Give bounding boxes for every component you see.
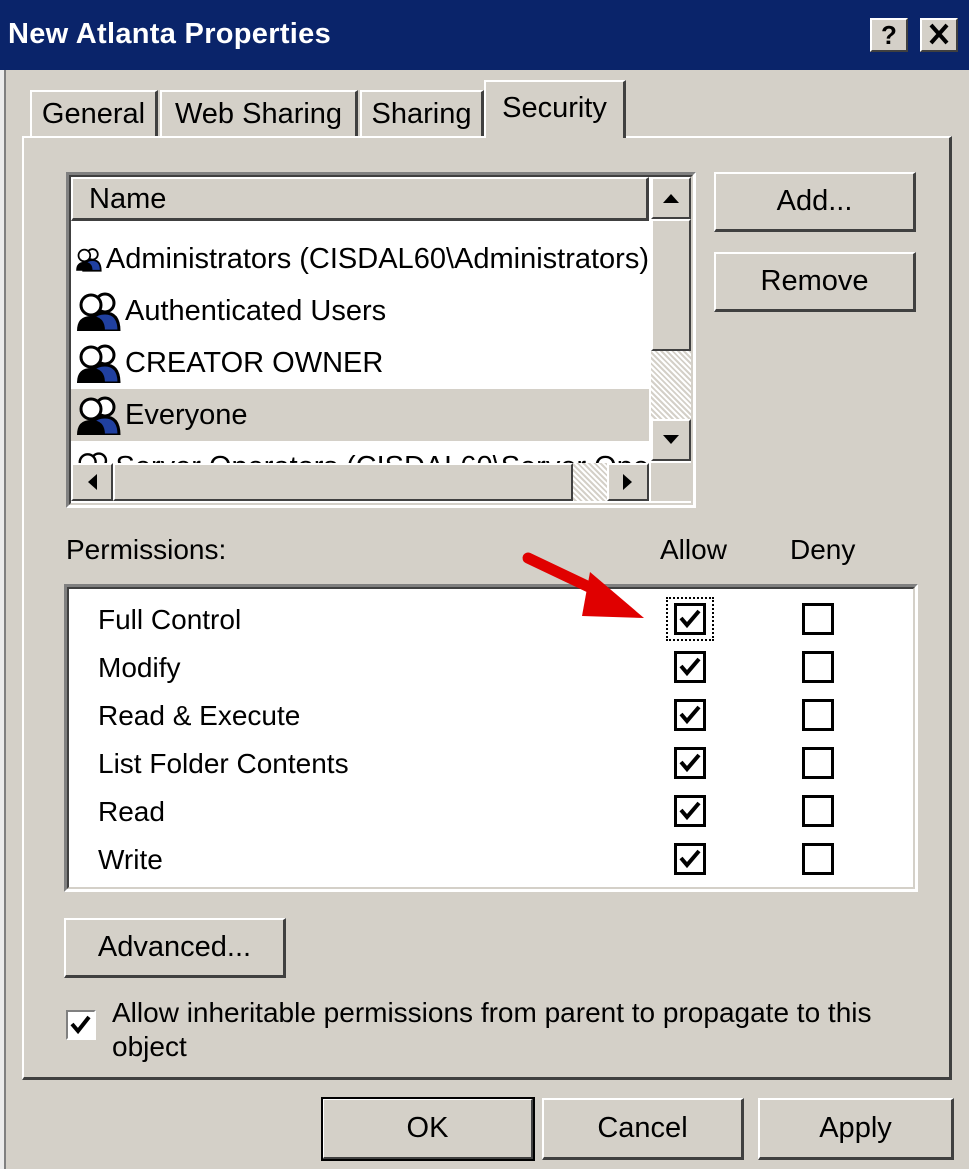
advanced-button[interactable]: Advanced... [64,918,286,978]
tab-web-sharing[interactable]: Web Sharing [160,90,358,136]
list-item-server-operators[interactable]: Server Operators (CISDAL60\Server Ope [71,441,649,463]
list-item-everyone[interactable]: Everyone [71,389,649,441]
permission-read-label: Read [98,796,165,827]
arrow-up-icon [663,194,679,203]
window-frame [0,70,6,1169]
arrow-left-icon [88,474,97,490]
list-item-label: CREATOR OWNER [125,346,384,379]
allow-list-folder-checkbox[interactable] [674,747,706,779]
deny-read-checkbox[interactable] [802,795,834,827]
apply-button[interactable]: Apply [758,1098,954,1160]
tab-sharing[interactable]: Sharing [360,90,484,136]
deny-list-folder-checkbox[interactable] [802,747,834,779]
deny-column-header: Deny [790,534,856,565]
scrollbar-corner [651,463,691,501]
scroll-right-button[interactable] [607,463,649,501]
window-title: New Atlanta Properties [8,18,331,50]
scroll-up-button[interactable] [651,177,691,219]
allow-read-execute-checkbox[interactable] [674,699,706,731]
checkmark-icon [679,849,701,869]
allow-read-checkbox[interactable] [674,795,706,827]
cancel-button[interactable]: Cancel [542,1098,744,1160]
arrow-down-icon [663,435,679,444]
permissions-label: Permissions: [66,534,227,565]
annotation-arrow-icon [522,552,644,618]
allow-modify-checkbox[interactable] [674,651,706,683]
scroll-down-button[interactable] [651,419,691,461]
checkmark-icon [679,705,701,725]
checkmark-icon [70,1015,91,1035]
list-item-label: Authenticated Users [125,294,387,327]
permission-list-folder-label: List Folder Contents [98,748,349,779]
users-group-icon [76,248,102,272]
checkmark-icon [679,753,701,773]
checkmark-icon [679,801,701,821]
horizontal-scroll-thumb[interactable] [113,463,573,501]
inherit-label-line2: object [112,1031,187,1062]
help-button[interactable]: ? [870,18,908,52]
add-button[interactable]: Add... [714,172,916,232]
allow-column-header: Allow [660,534,727,565]
permission-write-label: Write [98,844,163,875]
list-item-label: Everyone [125,398,248,431]
ok-button[interactable]: OK [321,1097,535,1161]
deny-full-control-checkbox[interactable] [802,603,834,635]
list-item-administrators[interactable]: Administrators (CISDAL60\Administrators) [71,233,649,285]
deny-read-execute-checkbox[interactable] [802,699,834,731]
checkmark-icon [679,657,701,677]
inherit-label-line1: Allow inheritable permissions from paren… [112,997,872,1028]
checkmark-icon [679,609,701,629]
users-group-icon [77,396,121,435]
vertical-scroll-thumb[interactable] [651,219,691,351]
remove-button[interactable]: Remove [714,252,916,312]
list-item-creator-owner[interactable]: CREATOR OWNER [71,337,649,389]
scroll-left-button[interactable] [71,463,113,501]
close-icon [929,23,949,45]
inherit-permissions-checkbox[interactable] [66,1010,96,1040]
permission-full-control-label: Full Control [98,604,242,635]
list-item-label: Server Operators (CISDAL60\Server Ope [116,451,649,464]
tab-security[interactable]: Security [484,80,626,138]
list-item-label: Administrators (CISDAL60\Administrators) [105,242,649,275]
users-group-icon [77,292,121,331]
arrow-right-icon [623,474,632,490]
deny-modify-checkbox[interactable] [802,651,834,683]
users-group-icon [77,344,121,383]
allow-write-checkbox[interactable] [674,843,706,875]
allow-full-control-checkbox[interactable] [674,603,706,635]
list-item-authenticated-users[interactable]: Authenticated Users [71,285,649,337]
inherit-permissions-label: Allow inheritable permissions from paren… [112,996,872,1064]
users-group-icon [78,452,108,463]
column-header-name[interactable]: Name [71,177,649,221]
permission-read-execute-label: Read & Execute [98,700,301,731]
permission-modify-label: Modify [98,652,181,683]
close-button[interactable] [920,18,958,52]
deny-write-checkbox[interactable] [802,843,834,875]
users-list-rows: Administrators (CISDAL60\Administrators)… [71,221,649,463]
tab-general[interactable]: General [30,90,158,136]
users-list[interactable]: Name Administrators (CISDAL60\Administra… [66,172,696,508]
